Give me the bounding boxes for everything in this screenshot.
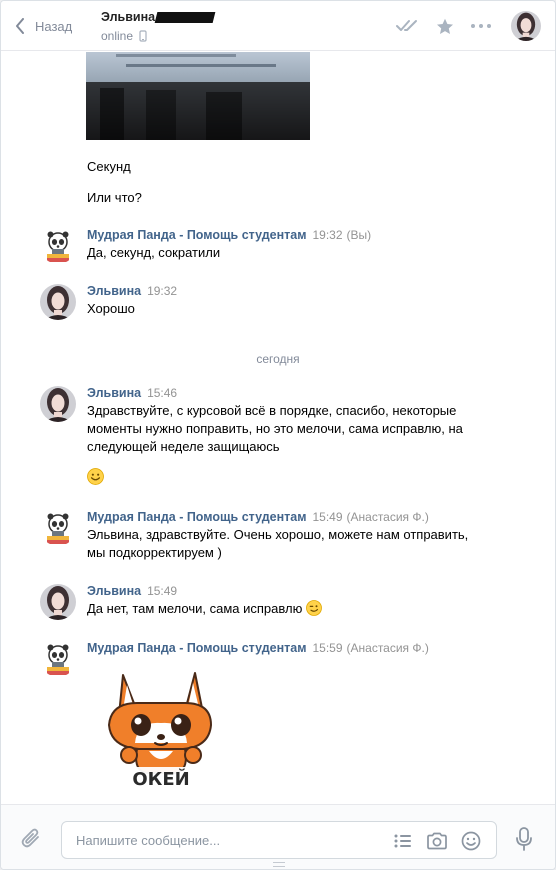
message-history[interactable]: Секунд Или что? Мудрая Панда - Помощь ст… (1, 52, 555, 804)
message-author[interactable]: Эльвина (87, 584, 141, 598)
message-text: Эльвина, здравствуйте. Очень хорошо, мож… (87, 527, 469, 560)
emoji-button[interactable] (454, 830, 488, 852)
templates-button[interactable] (386, 830, 420, 852)
message-time[interactable]: 19:32 (147, 284, 177, 298)
fox-sticker[interactable]: ОКЕЙ (101, 663, 221, 793)
camera-icon (427, 832, 447, 850)
message-text: Или что? (87, 190, 142, 205)
microphone-icon (516, 827, 532, 851)
winking-face-icon (306, 600, 322, 616)
peer-avatar[interactable] (40, 386, 76, 422)
smiling-face-icon (87, 468, 104, 485)
more-actions-button[interactable] (463, 8, 499, 44)
template-list-icon (394, 834, 411, 848)
group-avatar[interactable] (40, 510, 76, 546)
message-text: Да, секунд, сократили (87, 245, 221, 260)
paperclip-icon (21, 828, 39, 848)
message-input[interactable]: Напишите сообщение... (61, 821, 497, 859)
message-time[interactable]: 19:32 (312, 228, 342, 242)
smile-emoji (87, 468, 104, 485)
back-label: Назад (35, 18, 73, 34)
message-sender-note: (Вы) (346, 228, 372, 242)
message-text: Здравствуйте, с курсовой всё в порядке, … (87, 403, 463, 454)
message-sender-note: (Анастасия Ф.) (346, 641, 429, 655)
panda-logo-icon (40, 228, 76, 264)
sticker-caption: ОКЕЙ (132, 768, 189, 790)
message-author[interactable]: Мудрая Панда - Помощь студентам (87, 228, 306, 242)
more-icon (471, 24, 491, 28)
message-author[interactable]: Мудрая Панда - Помощь студентам (87, 510, 306, 524)
smile-icon (461, 831, 481, 851)
message-text: Секунд (87, 159, 131, 174)
peer-name[interactable]: Эльвина (101, 10, 155, 24)
peer-status: online (101, 29, 134, 43)
peer-avatar[interactable] (40, 584, 76, 620)
voice-message-button[interactable] (515, 827, 533, 854)
favorite-button[interactable] (427, 8, 463, 44)
message-author[interactable]: Эльвина (87, 284, 141, 298)
message-sender-note: (Анастасия Ф.) (346, 510, 429, 524)
fox-okay-sticker-icon: ОКЕЙ (107, 672, 213, 790)
redacted-surname (154, 11, 216, 23)
mark-read-button[interactable] (391, 8, 427, 44)
phone-icon (139, 30, 147, 42)
message-input-placeholder: Напишите сообщение... (76, 833, 221, 848)
message-content: Да нет, там мелочи, сама исправлю (87, 600, 487, 618)
messenger-window: Назад Эльвина online Секунд Или что? Муд… (0, 0, 556, 870)
message-time[interactable]: 15:46 (147, 386, 177, 400)
double-check-icon (396, 20, 417, 31)
photo-attachment[interactable] (86, 52, 310, 140)
photo-button[interactable] (420, 830, 454, 852)
message-time[interactable]: 15:49 (312, 510, 342, 524)
resize-handle[interactable] (273, 862, 285, 867)
panda-logo-icon (40, 641, 76, 677)
date-separator: сегодня (256, 352, 300, 366)
message-text: Да нет, там мелочи, сама исправлю (87, 601, 303, 616)
chevron-left-icon (16, 18, 24, 34)
star-icon (437, 18, 453, 34)
message-composer: Напишите сообщение... (1, 804, 555, 869)
peer-info[interactable]: Эльвина online (101, 10, 216, 43)
group-avatar[interactable] (40, 228, 76, 264)
message-time[interactable]: 15:49 (147, 584, 177, 598)
peer-avatar[interactable] (40, 284, 76, 320)
attach-button[interactable] (21, 827, 41, 852)
chat-header: Назад Эльвина online (1, 1, 555, 51)
message-text: Хорошо (87, 301, 135, 316)
panda-logo-icon (40, 510, 76, 546)
back-button[interactable]: Назад (15, 15, 72, 37)
group-avatar[interactable] (40, 641, 76, 677)
message-author[interactable]: Мудрая Панда - Помощь студентам (87, 641, 306, 655)
message-author[interactable]: Эльвина (87, 386, 141, 400)
message-time[interactable]: 15:59 (312, 641, 342, 655)
peer-avatar[interactable] (511, 11, 541, 41)
